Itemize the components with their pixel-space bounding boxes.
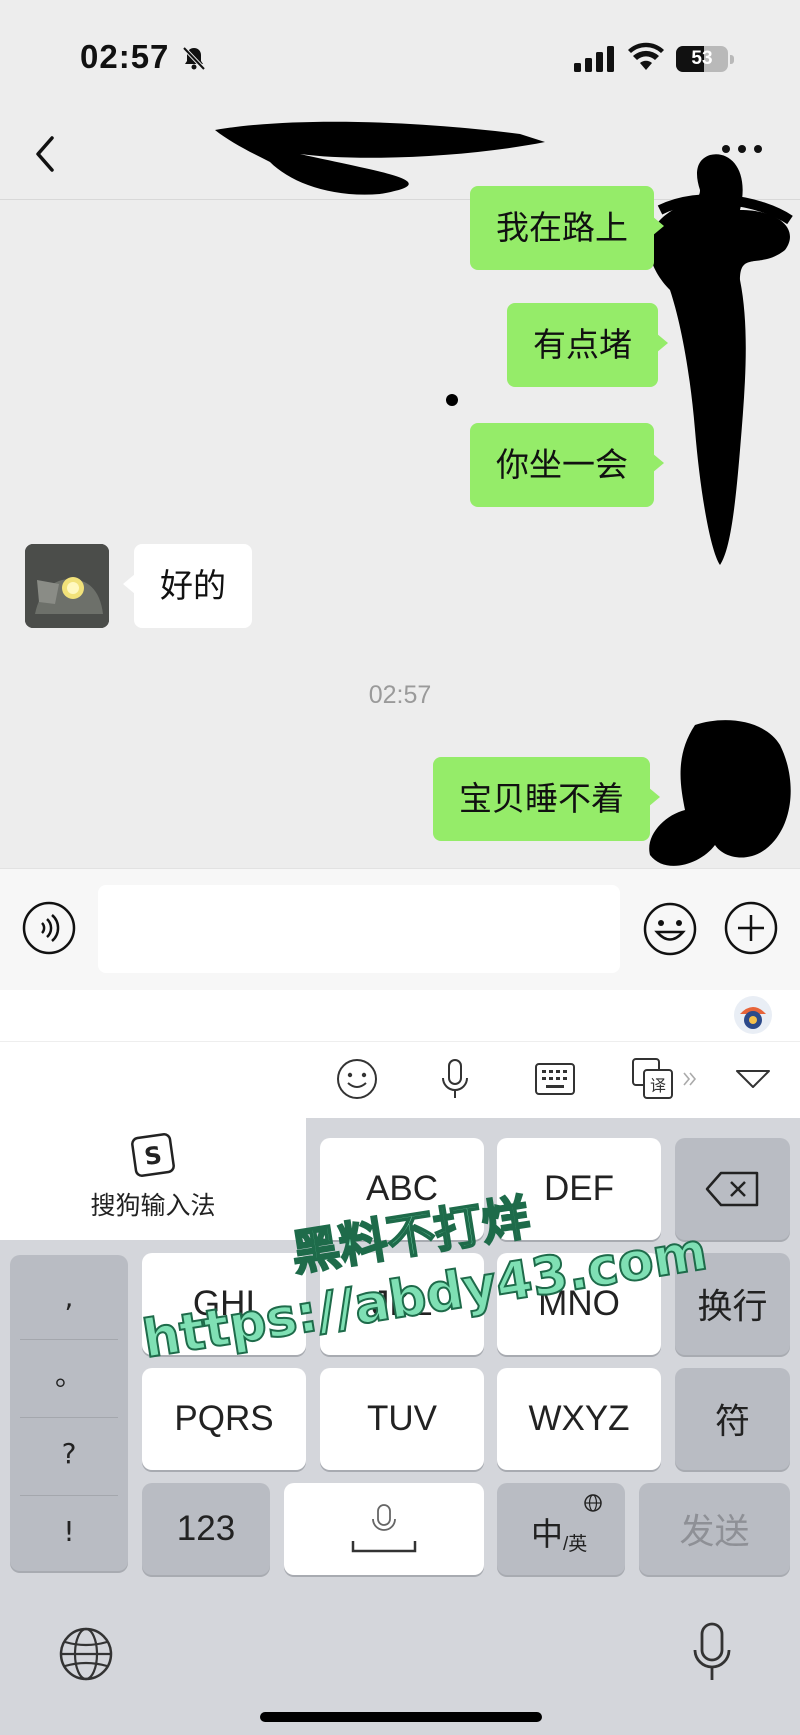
svg-text:译: 译 <box>650 1076 666 1095</box>
key-backspace[interactable] <box>675 1138 790 1240</box>
space-mic-icon <box>351 1504 417 1553</box>
keyboard-voice-icon[interactable] <box>432 1056 478 1102</box>
key-abc[interactable]: ABC <box>320 1138 484 1240</box>
voice-input-icon[interactable] <box>22 901 76 955</box>
punctuation-column: , 。 ? ! <box>10 1255 128 1571</box>
message-timestamp: 02:57 <box>368 681 432 709</box>
wifi-icon <box>628 42 664 70</box>
key-symbols[interactable]: 符 <box>675 1368 790 1470</box>
key-ghi[interactable]: GHI <box>142 1253 306 1355</box>
keyboard-candidate-strip <box>0 990 800 1042</box>
backspace-icon <box>705 1171 759 1207</box>
message-bubble-outgoing[interactable]: 我在路上 <box>470 186 664 270</box>
dictation-mic-icon[interactable] <box>692 1622 732 1684</box>
chat-input-bar <box>0 868 800 990</box>
keyboard-layout-icon[interactable] <box>532 1056 578 1102</box>
keyboard-brand-panel: S 搜狗输入法 <box>0 1118 306 1240</box>
keyboard-toolbar: 译 <box>0 1042 800 1118</box>
globe-small-icon <box>584 1494 602 1512</box>
more-tools-chevron-icon[interactable] <box>680 1056 700 1102</box>
globe-icon[interactable] <box>58 1626 114 1682</box>
key-newline[interactable]: 换行 <box>675 1253 790 1355</box>
message-bubble-incoming[interactable]: 好的 <box>123 544 252 628</box>
avatar-image <box>25 544 109 628</box>
key-language-toggle[interactable]: 中 /英 <box>497 1483 625 1575</box>
punct-question[interactable]: ? <box>10 1411 128 1497</box>
message-input[interactable] <box>98 885 620 973</box>
lang-main-label: 中 <box>531 1516 564 1552</box>
key-send[interactable]: 发送 <box>639 1483 790 1575</box>
message-bubble-outgoing[interactable]: 宝贝睡不着 <box>433 757 660 841</box>
sogou-logo-icon: S <box>131 1133 175 1177</box>
punct-comma[interactable]: , <box>10 1255 128 1341</box>
key-pqrs[interactable]: PQRS <box>142 1368 306 1470</box>
lang-sub-label: /英 <box>563 1534 588 1555</box>
key-jkl[interactable]: JKL <box>320 1253 484 1355</box>
signal-icon <box>574 46 614 72</box>
key-numbers[interactable]: 123 <box>142 1483 270 1575</box>
keyboard-brand-name: 搜狗输入法 <box>90 1191 216 1220</box>
punct-exclaim[interactable]: ! <box>10 1489 128 1575</box>
back-chevron-icon[interactable] <box>30 132 60 176</box>
status-time: 02:57 <box>80 38 170 75</box>
bell-off-icon <box>182 46 206 71</box>
stray-dot <box>446 394 458 406</box>
redaction-avatar-bottom <box>649 720 791 866</box>
keyboard-emoji-icon[interactable] <box>334 1056 380 1102</box>
home-indicator <box>260 1712 542 1722</box>
keyboard-mascot-icon[interactable] <box>732 994 774 1036</box>
plus-icon[interactable] <box>724 901 778 955</box>
status-bar: 02:57 53 <box>0 0 800 118</box>
key-tuv[interactable]: TUV <box>320 1368 484 1470</box>
message-bubble-outgoing[interactable]: 有点堵 <box>507 303 668 387</box>
battery-nub <box>730 55 734 64</box>
punct-period[interactable]: 。 <box>10 1333 128 1419</box>
battery-indicator: 53 <box>676 46 728 72</box>
battery-percent: 53 <box>691 48 713 69</box>
key-wxyz[interactable]: WXYZ <box>497 1368 661 1470</box>
message-bubble-outgoing[interactable]: 你坐一会 <box>470 423 664 507</box>
redaction-avatars-top <box>649 154 793 565</box>
key-def[interactable]: DEF <box>497 1138 661 1240</box>
keyboard-translate-icon[interactable]: 译 <box>630 1056 676 1102</box>
collapse-keyboard-icon[interactable] <box>730 1056 776 1102</box>
key-mno[interactable]: MNO <box>497 1253 661 1355</box>
contact-avatar[interactable] <box>25 544 109 628</box>
key-space[interactable] <box>284 1483 484 1575</box>
emoji-icon[interactable] <box>642 901 698 957</box>
